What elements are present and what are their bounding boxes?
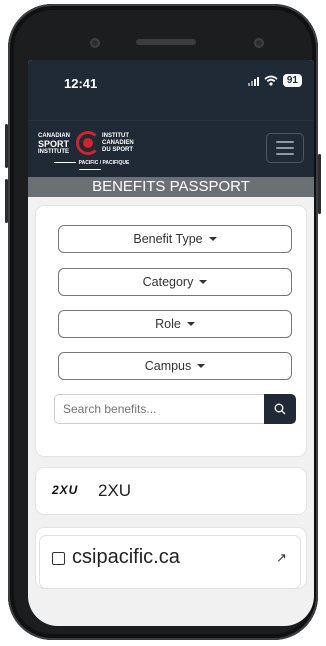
status-icons: 91 [247, 74, 302, 87]
proximity-sensor-icon [254, 38, 264, 48]
battery-icon: 91 [282, 74, 302, 87]
brand-logo-2xu: 2XU [52, 483, 79, 497]
csi-pacific-logo[interactable]: CANADIAN SPORT INSTITUTE INSTITUT CANADI… [38, 131, 150, 169]
status-bar: 12:41 91 [28, 60, 314, 120]
search-group [54, 394, 296, 424]
dropdown-label: Campus [144, 359, 192, 373]
logo-line: CANADIEN [102, 140, 134, 146]
front-camera-icon [90, 38, 100, 48]
logo-line: INSTITUTE [38, 149, 69, 155]
signal-icon [247, 76, 259, 86]
logo-french-text: INSTITUT CANADIEN DU SPORT [102, 133, 148, 154]
external-link-icon: ↗ [276, 550, 287, 565]
benefit-name: 2XU [98, 481, 132, 500]
benefit-item-inner: csipacific.ca ↗ [40, 536, 300, 588]
menu-icon-bar [276, 147, 294, 149]
filters-card: Benefit Type Category Role Campus [36, 206, 306, 456]
dropdown-label: Category [142, 275, 194, 289]
phone-side-button-left-1 [5, 124, 8, 168]
dropdown-label: Benefit Type [133, 232, 203, 246]
logo-line: DU SPORT [102, 147, 134, 153]
search-input[interactable] [54, 394, 264, 424]
dropdown-label: Role [155, 317, 181, 331]
caret-down-icon [199, 280, 208, 284]
logo-swirl-core [83, 138, 93, 148]
caret-down-icon [197, 364, 206, 368]
logo-english-text: CANADIAN SPORT INSTITUTE [38, 133, 76, 156]
benefits-passport-header: BENEFITS PASSPORT [28, 177, 314, 197]
category-dropdown[interactable]: Category [58, 268, 292, 296]
caret-down-icon [186, 322, 195, 326]
navbar: CANADIAN SPORT INSTITUTE INSTITUT CANADI… [28, 120, 314, 177]
caret-down-icon [208, 237, 217, 241]
logo-line: SPORT [38, 139, 70, 149]
logo-line: INSTITUT [102, 133, 129, 139]
wifi-icon [264, 75, 278, 86]
phone-side-button-right [318, 154, 321, 214]
phone-sensor-bar [8, 20, 318, 64]
search-icon [274, 403, 286, 415]
menu-icon-bar [276, 141, 294, 143]
menu-toggle-button[interactable] [266, 133, 304, 163]
role-dropdown[interactable]: Role [58, 310, 292, 338]
benefit-item[interactable]: 2XU 2XU [36, 468, 306, 514]
benefit-link-text: csipacific.ca [72, 546, 180, 568]
benefit-type-dropdown[interactable]: Benefit Type [58, 225, 292, 253]
phone-screen: 12:41 91 CANADIAN SPORT INSTITUTE INSTIT… [28, 60, 314, 626]
benefit-item[interactable]: csipacific.ca ↗ [36, 528, 306, 588]
menu-icon-bar [276, 153, 294, 155]
status-time: 12:41 [64, 76, 98, 91]
campus-dropdown[interactable]: Campus [58, 352, 292, 380]
logo-tagline: PACIFIC / PACIFIQUE [38, 160, 142, 174]
item-checkbox-icon [52, 552, 65, 565]
phone-side-button-left-2 [5, 179, 8, 223]
search-button[interactable] [264, 394, 296, 424]
earpiece-speaker [136, 39, 196, 45]
